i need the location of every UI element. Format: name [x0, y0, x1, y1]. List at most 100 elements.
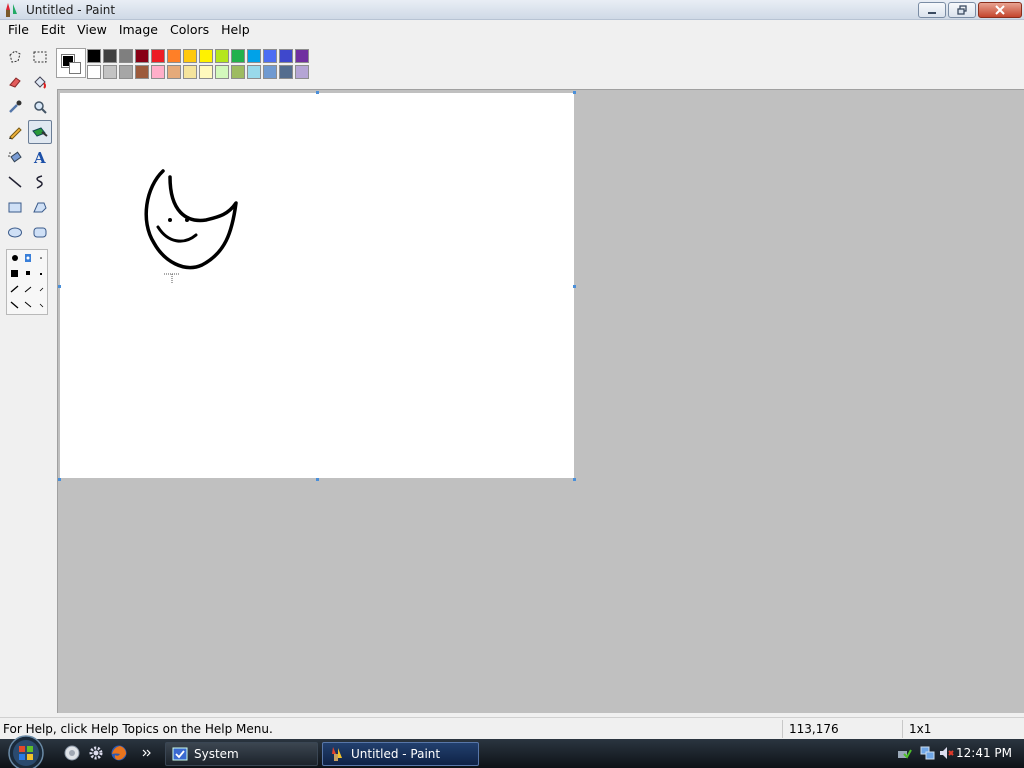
close-button[interactable]: [978, 2, 1022, 18]
free-form-select-icon: [9, 50, 21, 63]
color-swatch[interactable]: [119, 65, 133, 79]
color-swatch[interactable]: [183, 49, 197, 63]
eraser-icon: [9, 77, 21, 88]
color-swatch[interactable]: [103, 49, 117, 63]
taskbar-item-paint[interactable]: Untitled - Paint: [322, 742, 479, 766]
color-swatch[interactable]: [263, 65, 277, 79]
airbrush-tool[interactable]: [3, 145, 27, 169]
rectangle-tool[interactable]: [3, 195, 27, 219]
color-swatch[interactable]: [199, 65, 213, 79]
brush-tool[interactable]: [28, 120, 52, 144]
color-swatch[interactable]: [263, 49, 277, 63]
canvas-resize-handle-top-right[interactable]: [573, 91, 576, 94]
color-swatch[interactable]: [231, 65, 245, 79]
color-swatch[interactable]: [295, 49, 309, 63]
color-swatch[interactable]: [87, 65, 101, 79]
start-button[interactable]: [4, 733, 48, 768]
color-swatch[interactable]: [151, 65, 165, 79]
curve-tool[interactable]: [28, 170, 52, 194]
color-swatch[interactable]: [87, 49, 101, 63]
volume-muted-icon[interactable]: [938, 745, 954, 761]
pencil-icon: [9, 127, 22, 140]
brush-shape-options[interactable]: [6, 249, 48, 315]
color-swatch[interactable]: [199, 49, 213, 63]
selection-size: 1x1: [909, 722, 932, 736]
color-swatch[interactable]: [215, 49, 229, 63]
system-tray: 12:41 PM: [884, 739, 1024, 768]
rounded-rectangle-tool[interactable]: [28, 220, 52, 244]
color-swatch[interactable]: [119, 49, 133, 63]
airbrush-icon: [8, 151, 22, 163]
menu-edit[interactable]: Edit: [35, 20, 71, 40]
status-bar: For Help, click Help Topics on the Help …: [0, 717, 1024, 739]
current-colors[interactable]: [56, 48, 86, 78]
curve-icon: [36, 175, 43, 189]
canvas-resize-handle-bottom-right[interactable]: [573, 478, 576, 481]
canvas-resize-handle-top[interactable]: [316, 91, 319, 94]
color-swatch[interactable]: [247, 65, 261, 79]
eraser-tool[interactable]: [3, 70, 27, 94]
settings-gear-icon[interactable]: [87, 744, 105, 762]
fill-tool[interactable]: [28, 70, 52, 94]
color-palette: [87, 49, 311, 79]
color-swatch[interactable]: [167, 65, 181, 79]
rounded-rectangle-icon: [33, 227, 47, 238]
line-tool[interactable]: [3, 170, 27, 194]
menu-image[interactable]: Image: [113, 20, 164, 40]
taskbar-item-system[interactable]: System: [165, 742, 318, 766]
chevron-right-icon[interactable]: [141, 744, 153, 762]
text-tool[interactable]: A: [28, 145, 52, 169]
pick-color-tool[interactable]: [3, 95, 27, 119]
rectangle-select-icon: [33, 51, 47, 63]
color-swatch[interactable]: [151, 49, 165, 63]
window-title: Untitled - Paint: [26, 3, 116, 17]
color-swatch[interactable]: [215, 65, 229, 79]
safely-remove-hardware-icon[interactable]: [896, 745, 912, 761]
taskbar-item-label: Untitled - Paint: [351, 747, 441, 761]
polygon-tool[interactable]: [28, 195, 52, 219]
color-swatch[interactable]: [295, 65, 309, 79]
color-swatch[interactable]: [231, 49, 245, 63]
pencil-tool[interactable]: [3, 120, 27, 144]
color-swatch[interactable]: [135, 65, 149, 79]
paint-app-icon[interactable]: [4, 2, 20, 18]
cursor-coordinates: 113,176: [789, 722, 839, 736]
magnifier-tool[interactable]: [28, 95, 52, 119]
minimize-button[interactable]: [918, 2, 946, 18]
free-form-select-tool[interactable]: [3, 45, 27, 69]
clock[interactable]: 12:41 PM: [956, 746, 1012, 760]
paint-icon: [332, 747, 342, 761]
brush-shape-grid-icon: [10, 254, 44, 309]
firefox-icon[interactable]: [110, 744, 128, 762]
paint-bucket-icon: [34, 76, 46, 89]
title-bar: Untitled - Paint: [0, 0, 1024, 20]
restore-icon: [957, 5, 967, 15]
select-tool[interactable]: [28, 45, 52, 69]
system-icon: [172, 747, 188, 761]
menu-file[interactable]: File: [2, 20, 35, 40]
color-swatch[interactable]: [247, 49, 261, 63]
canvas-resize-handle-right[interactable]: [573, 285, 576, 288]
maximize-button[interactable]: [948, 2, 976, 18]
color-swatch[interactable]: [183, 65, 197, 79]
network-icon[interactable]: [920, 745, 936, 761]
canvas-resize-handle-bottom[interactable]: [316, 478, 319, 481]
canvas-resize-handle-bottom-left[interactable]: [58, 478, 61, 481]
ellipse-tool[interactable]: [3, 220, 27, 244]
menu-help[interactable]: Help: [215, 20, 256, 40]
taskbar: System Untitled - Paint 12:41 PM: [0, 735, 1024, 768]
color-swatch[interactable]: [103, 65, 117, 79]
color-swatch[interactable]: [135, 49, 149, 63]
color-swatch[interactable]: [167, 49, 181, 63]
menu-colors[interactable]: Colors: [164, 20, 215, 40]
drawing-canvas[interactable]: [60, 93, 574, 478]
svg-text:A: A: [33, 149, 46, 165]
color-swatch[interactable]: [279, 65, 293, 79]
menu-view[interactable]: View: [71, 20, 113, 40]
moon-drawing: [144, 169, 238, 284]
show-desktop-icon[interactable]: [63, 744, 81, 762]
canvas-resize-handle-left[interactable]: [58, 285, 61, 288]
background-color-swatch: [69, 62, 81, 74]
color-swatch[interactable]: [279, 49, 293, 63]
close-icon: [995, 5, 1005, 15]
